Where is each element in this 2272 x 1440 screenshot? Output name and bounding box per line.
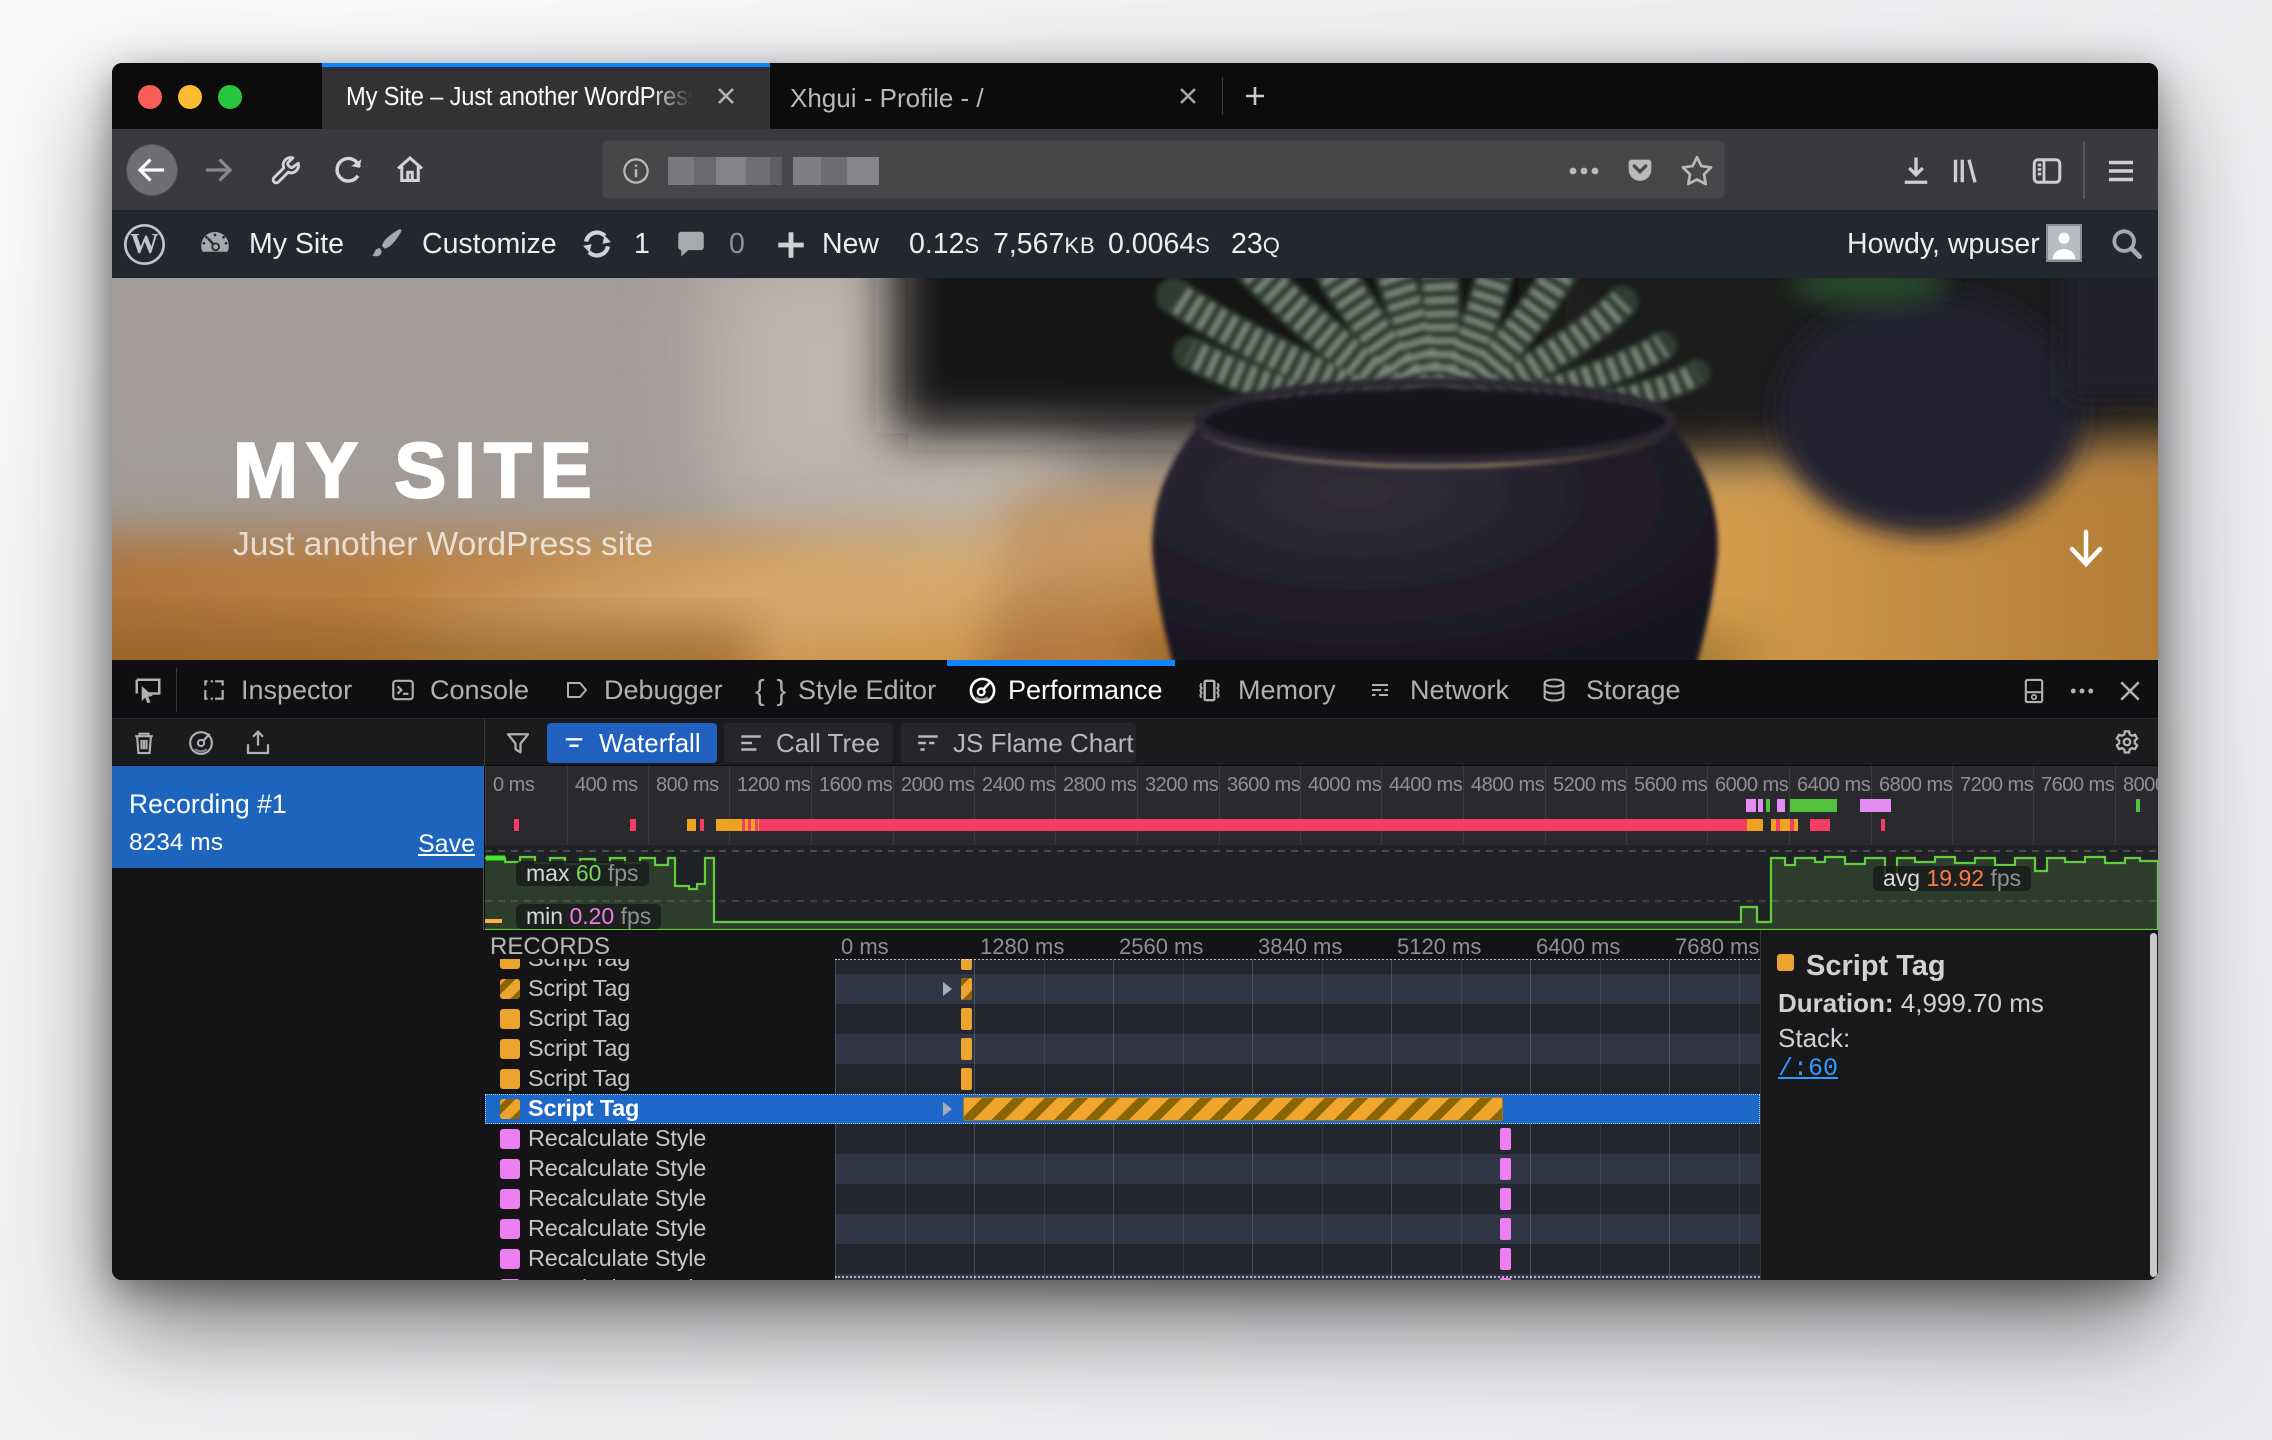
svg-text:W: W xyxy=(130,228,159,260)
